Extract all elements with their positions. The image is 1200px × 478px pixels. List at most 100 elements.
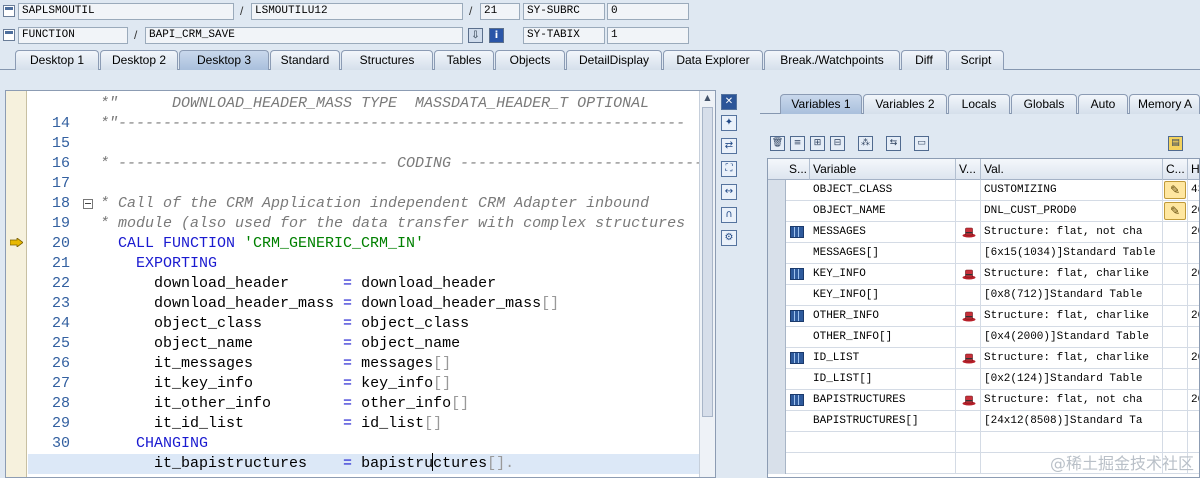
window-icon[interactable]: ▭ [914,136,929,151]
value-cell[interactable]: Structure: flat, charlike [981,348,1163,369]
row-selector[interactable] [768,222,786,243]
value-cell[interactable]: Structure: flat, charlike [981,264,1163,285]
scrollbar-thumb[interactable] [702,107,713,417]
table-row[interactable]: BAPISTRUCTURES[] [24x12(8508)]Standard Ta [768,411,1199,432]
delete-icon[interactable]: 🗑 [770,136,785,151]
row-selector[interactable] [768,180,786,201]
export-icon[interactable]: ⊟ [830,136,845,151]
value-cell[interactable]: [0x8(712)]Standard Table [981,285,1163,306]
display-object-icon[interactable]: ⇩ [468,28,483,43]
services-icon[interactable]: ⚙ [721,230,737,246]
col-header-h[interactable]: H [1188,159,1199,180]
hat-icon[interactable] [962,268,976,280]
table-row[interactable]: KEY_INFO[] [0x8(712)]Standard Table [768,285,1199,306]
swap-tool-icon[interactable]: ⇄ [721,138,737,154]
breakpoint-gutter[interactable] [6,91,27,477]
variable-name-cell[interactable]: OBJECT_NAME [810,201,956,222]
hat-icon[interactable] [962,226,976,238]
col-header-value[interactable]: Val. [981,159,1163,180]
row-selector[interactable] [768,201,786,222]
variable-name-cell[interactable]: OTHER_INFO [810,306,956,327]
col-header-variable[interactable]: Variable [810,159,956,180]
row-selector[interactable] [768,411,786,432]
table-row[interactable]: OBJECT_CLASS CUSTOMIZING✎43 [768,180,1199,201]
value-cell[interactable]: [0x4(2000)]Standard Table [981,327,1163,348]
variable-name-cell[interactable]: OBJECT_CLASS [810,180,956,201]
table-row[interactable]: BAPISTRUCTURES Structure: flat, not cha 20 [768,390,1199,411]
tab-desktop-3[interactable]: Desktop 3 [179,50,269,70]
variable-name-cell[interactable]: MESSAGES [810,222,956,243]
navigate-icon[interactable]: ⇆ [886,136,901,151]
close-icon[interactable]: ✕ [721,94,737,110]
tab-desktop-1[interactable]: Desktop 1 [15,50,99,70]
variable-name-cell[interactable]: ID_LIST [810,348,956,369]
structure-icon[interactable] [790,268,804,280]
structure-icon[interactable] [790,310,804,322]
table-row[interactable]: OBJECT_NAME DNL_CUST_PROD0✎20 [768,201,1199,222]
tab-standard[interactable]: Standard [270,50,340,70]
table-row[interactable]: OTHER_INFO[] [0x4(2000)]Standard Table [768,327,1199,348]
table-row[interactable]: KEY_INFO Structure: flat, charlike 20 [768,264,1199,285]
row-selector[interactable] [768,453,786,474]
tab-structures[interactable]: Structures [341,50,433,70]
variable-name-cell[interactable]: KEY_INFO [810,264,956,285]
tab-objects[interactable]: Objects [495,50,565,70]
value-cell[interactable]: DNL_CUST_PROD0 [981,201,1163,222]
row-selector[interactable] [768,243,786,264]
row-selector[interactable] [768,348,786,369]
tab-variables-1[interactable]: Variables 1 [780,94,862,114]
headset-icon[interactable]: ∩ [721,207,737,223]
value-cell[interactable]: CUSTOMIZING [981,180,1163,201]
tab-detaildisplay[interactable]: DetailDisplay [566,50,662,70]
value-cell[interactable]: Structure: flat, charlike [981,306,1163,327]
tab-data-explorer[interactable]: Data Explorer [663,50,763,70]
tab-script[interactable]: Script [948,50,1004,70]
row-selector[interactable] [768,264,786,285]
editor-scrollbar[interactable]: ▲ [699,91,715,477]
import-icon[interactable]: ⊞ [810,136,825,151]
row-selector[interactable] [768,327,786,348]
col-header-v[interactable]: V... [956,159,981,180]
variable-name-cell[interactable]: MESSAGES[] [810,243,956,264]
fold-toggle-icon[interactable] [83,199,93,209]
variable-name-cell[interactable] [810,453,956,474]
pencil-icon[interactable]: ✎ [1164,202,1186,220]
variable-name-cell[interactable]: OTHER_INFO[] [810,327,956,348]
table-row[interactable]: ID_LIST Structure: flat, charlike 20 [768,348,1199,369]
table-row[interactable]: MESSAGES Structure: flat, not cha 20 [768,222,1199,243]
tab-desktop-2[interactable]: Desktop 2 [100,50,178,70]
col-header-status[interactable]: S... [786,159,810,180]
hat-icon[interactable] [962,394,976,406]
hat-icon[interactable] [962,310,976,322]
scroll-up-icon[interactable]: ▲ [700,91,715,105]
resize-icon[interactable]: ↔ [721,184,737,200]
value-cell[interactable]: [24x12(8508)]Standard Ta [981,411,1163,432]
variable-name-cell[interactable]: ID_LIST[] [810,369,956,390]
variable-name-cell[interactable] [810,432,956,453]
hat-icon[interactable] [962,352,976,364]
maximize-icon[interactable]: ⛶ [721,161,737,177]
variable-name-cell[interactable]: BAPISTRUCTURES[] [810,411,956,432]
new-tool-icon[interactable]: ✦ [721,115,737,131]
table-row[interactable]: OTHER_INFO Structure: flat, charlike 20 [768,306,1199,327]
table-row[interactable]: MESSAGES[] [6x15(1034)]Standard Table [768,243,1199,264]
value-cell[interactable]: Structure: flat, not cha [981,390,1163,411]
variable-name-cell[interactable]: BAPISTRUCTURES [810,390,956,411]
pencil-icon[interactable]: ✎ [1164,181,1186,199]
code-editor[interactable]: 14 *" DOWNLOAD_HEADER_MASS TYPE MASSDATA… [5,90,716,478]
info-icon[interactable]: i [489,28,504,43]
structure-icon[interactable] [790,394,804,406]
tab-diff[interactable]: Diff [901,50,947,70]
tab-memory-analysis[interactable]: Memory A [1129,94,1200,114]
structure-icon[interactable] [790,226,804,238]
row-selector[interactable] [768,285,786,306]
row-selector[interactable] [768,432,786,453]
structure-icon[interactable] [790,352,804,364]
tab-variables-2[interactable]: Variables 2 [863,94,947,114]
list-icon[interactable]: ≡ [790,136,805,151]
tab-tables[interactable]: Tables [434,50,494,70]
value-cell[interactable]: [0x2(124)]Standard Table [981,369,1163,390]
table-row[interactable]: ID_LIST[] [0x2(124)]Standard Table [768,369,1199,390]
value-cell[interactable]: [6x15(1034)]Standard Table [981,243,1163,264]
row-selector[interactable] [768,369,786,390]
